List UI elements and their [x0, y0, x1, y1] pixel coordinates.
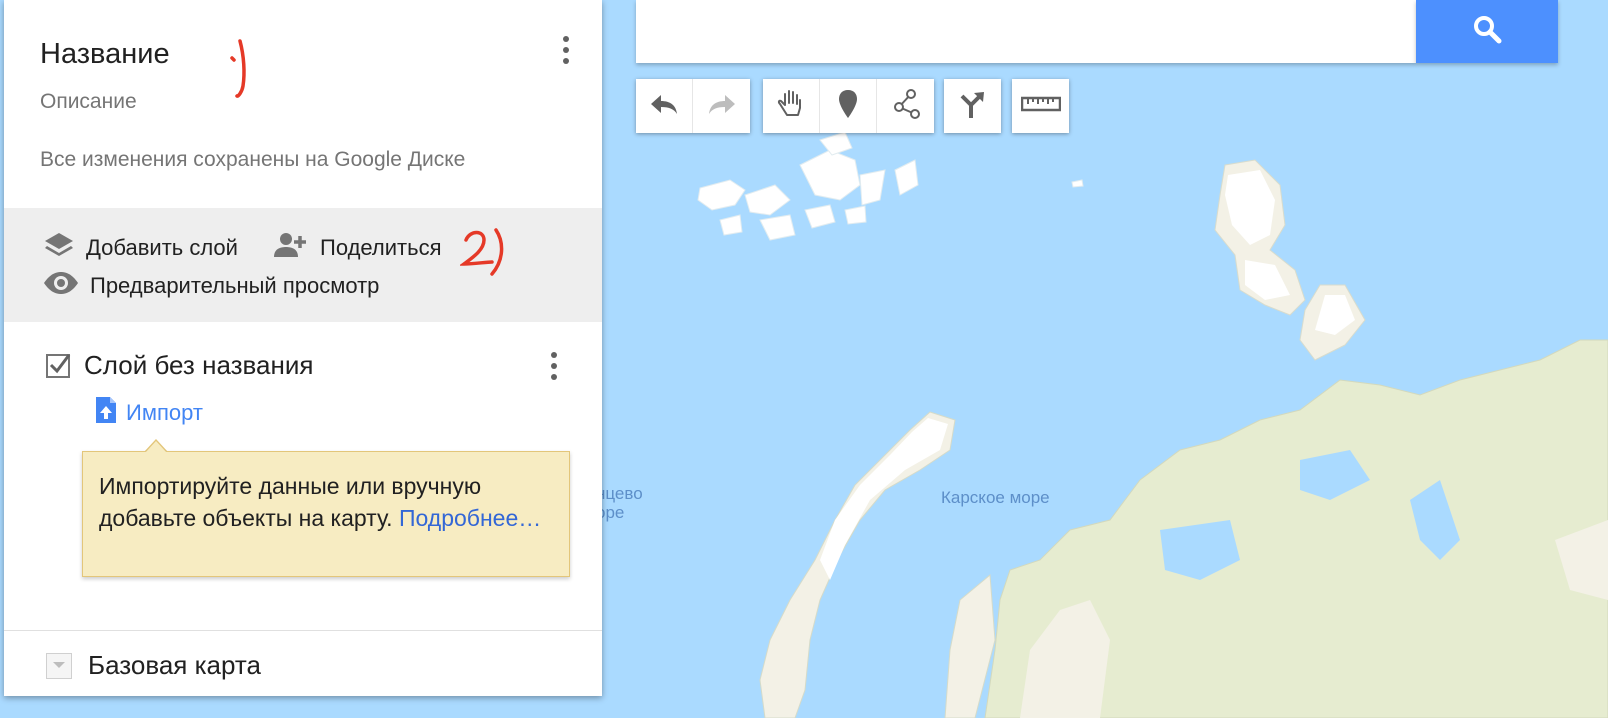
handwritten-annotation-1: [226, 38, 256, 105]
layer-name[interactable]: Слой без названия: [84, 350, 313, 381]
directions-toolbar-group: [944, 79, 1001, 133]
divider: [4, 630, 602, 631]
ruler-icon: [1020, 94, 1061, 119]
add-layer-button[interactable]: Добавить слой: [42, 230, 238, 265]
map-description[interactable]: Описание: [40, 90, 137, 114]
base-map-label: Базовая карта: [88, 650, 261, 680]
line-icon: [890, 88, 922, 125]
eye-icon: [42, 270, 80, 301]
add-layer-label: Добавить слой: [86, 234, 238, 260]
base-map-item[interactable]: Базовая карта: [46, 650, 261, 681]
search-icon: [1471, 13, 1503, 50]
layer-item: Слой без названия: [46, 350, 313, 381]
check-icon: [49, 353, 71, 373]
redo-icon: [707, 92, 737, 121]
directions-icon: [957, 88, 989, 125]
map-title[interactable]: Название: [40, 38, 170, 71]
directions-button[interactable]: [944, 79, 1001, 133]
history-toolbar-group: [636, 79, 750, 133]
layers-icon: [42, 230, 76, 265]
handwritten-annotation-2: [458, 224, 512, 289]
layer-visibility-checkbox[interactable]: [46, 353, 71, 378]
marker-icon: [836, 88, 860, 125]
upload-file-icon: [94, 395, 118, 430]
measure-toolbar-group: [1012, 79, 1069, 133]
triangle-down-icon: [52, 657, 66, 675]
search-button[interactable]: [1416, 0, 1558, 63]
preview-label: Предварительный просмотр: [90, 272, 380, 298]
add-person-icon: [270, 230, 310, 265]
search-input[interactable]: [636, 0, 1416, 63]
layer-options-button[interactable]: [542, 346, 566, 386]
clipped-label-line2: оре: [596, 503, 625, 522]
import-label: Импорт: [126, 399, 203, 425]
preview-button[interactable]: Предварительный просмотр: [42, 270, 379, 301]
share-button[interactable]: Поделиться: [270, 230, 441, 265]
draw-line-button[interactable]: [877, 79, 934, 133]
measure-button[interactable]: [1012, 79, 1069, 133]
base-map-toggle[interactable]: [46, 652, 72, 679]
actions-bar: Добавить слой Поделиться Предварительный…: [4, 208, 602, 322]
import-link[interactable]: Импорт: [94, 395, 203, 430]
map-options-button[interactable]: [554, 30, 578, 70]
share-label: Поделиться: [320, 234, 442, 260]
tip-arrow-inner: [145, 441, 167, 453]
saved-status: Все изменения сохранены на Google Диске: [40, 148, 466, 171]
undo-button[interactable]: [636, 79, 693, 133]
learn-more-link[interactable]: Подробнее…: [399, 505, 541, 531]
map-editor-panel: Название Описание Все изменения сохранен…: [4, 0, 602, 696]
clipped-label-line1: нцево: [596, 484, 643, 503]
import-tip: Импортируйте данные или вручную добавьте…: [82, 451, 570, 577]
hand-icon: [776, 88, 806, 125]
redo-button[interactable]: [693, 79, 750, 133]
sea-label: Карское море: [941, 488, 1050, 507]
select-hand-button[interactable]: [763, 79, 820, 133]
undo-icon: [649, 92, 679, 121]
clipped-map-label: нцево оре: [596, 484, 643, 522]
add-marker-button[interactable]: [820, 79, 877, 133]
drawing-toolbar-group: [763, 79, 934, 133]
